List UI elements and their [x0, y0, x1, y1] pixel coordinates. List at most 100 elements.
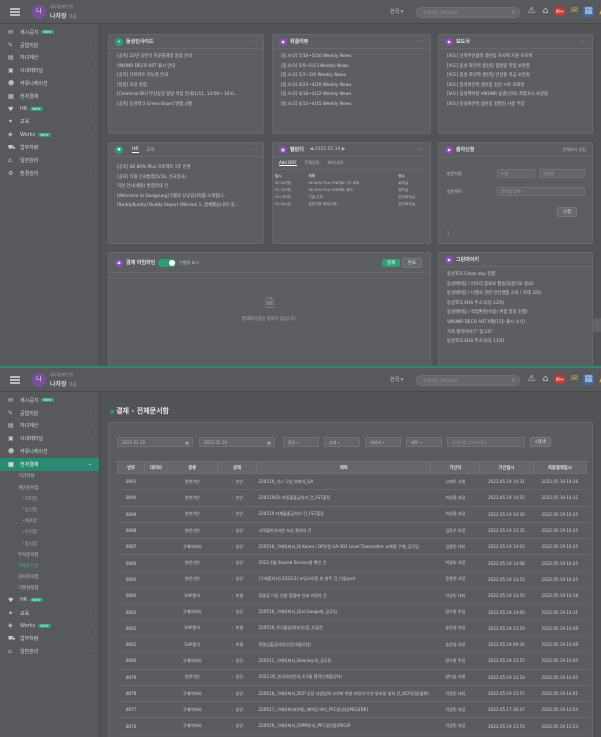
column-header[interactable]: 대외비 [144, 461, 168, 474]
schedule-row[interactable]: 05.19(목) SK 80% Plus 프로젝트 회의 회의실 [273, 187, 430, 194]
list-item[interactable]: 동성TCS Clean day 진행 [447, 270, 584, 280]
table-row[interactable]: 8078 구매의뢰서승인220518_구매의뢰서_DCP 공장 사업업에 사기화 … [117, 685, 587, 703]
table-cell[interactable]: 220519_주식출입(외부)인증_유류운 [256, 620, 431, 637]
org-chart-icon[interactable]: ⚠ [526, 374, 537, 385]
list-item[interactable]: [BuddyBuddy] Buddy Report (Mission 1, 함께… [117, 201, 255, 211]
sidebar-subitem[interactable]: 기안작성 [0, 471, 99, 482]
table-cell[interactable]: 220518_구매의뢰서_IS Korea / OP유정 UA-302 Leve… [256, 538, 431, 556]
list-item[interactable]: [공지] SK 80% Plus 프로젝트 T/F 운영 [117, 163, 255, 173]
list-item[interactable]: 동성TCS EHS 주소식(등 11차) [447, 337, 584, 347]
list-item[interactable]: 직원 인사(채용) 발령안내 건 [117, 182, 255, 192]
list-item[interactable]: 동성에이팀 / 나행사 관련 안전생활 교육 / 과제 교육) [447, 289, 584, 299]
column-header[interactable]: 최종결재일시 [532, 461, 588, 474]
search-icon[interactable]: ⌕ [512, 377, 515, 385]
list-item[interactable]: 동성에이팀 / 작업환경(이용) 위험 알림 진행) [447, 308, 584, 318]
search-icon[interactable]: ⌕ [512, 9, 515, 17]
avatar[interactable]: 나 [32, 5, 46, 19]
visitor-purpose-field[interactable]: 목적을 입력 [497, 187, 585, 196]
sidebar-item[interactable]: ♥ HR NEW › [0, 594, 99, 607]
calendar-icon[interactable]: ▦ [583, 374, 594, 385]
list-item[interactable]: [보도] 동성 화인텍 생산팀 함정량 작업 보관원 [447, 62, 584, 72]
more-icon[interactable]: ⋯ [418, 38, 424, 45]
sidebar-item[interactable]: ✎ 공업지원 › [0, 407, 99, 420]
tab-add-oof[interactable]: Add OOF [279, 160, 297, 166]
calendar-icon[interactable]: ▦ [583, 6, 594, 17]
drive-icon[interactable]: ▲ [597, 6, 601, 17]
table-row[interactable]: 8084SAP품의미결정품류 이동 신용 용품에 인쇄 과정의 건이상민 대리2… [117, 587, 587, 605]
column-header[interactable]: 기안자 [430, 461, 481, 474]
sidebar-subitem[interactable]: 상신함 [0, 504, 99, 515]
tab-hr[interactable]: HR [132, 147, 139, 153]
sidebar-subitem[interactable]: 개인문서함 [0, 482, 99, 493]
type-select[interactable]: 종류 [283, 437, 319, 447]
visitor-all-link[interactable]: 전체보기 신청 [563, 147, 586, 153]
list-item[interactable]: [동.A.O] 4/18~4/22 Weekly News [281, 90, 422, 100]
notification-badge[interactable]: 99+ [554, 6, 566, 17]
date-from-field[interactable]: 2022.01.19 ▦ [117, 437, 193, 447]
calendar-date[interactable]: ◀ 2022.05.19 ▶ [310, 147, 346, 152]
column-header[interactable]: 번호 [116, 461, 146, 474]
table-row[interactable]: 8080 구매의뢰서승인220511_구매의뢰서_Bearing 외_공무팀정우창… [117, 652, 587, 670]
list-item[interactable]: [공지] 22년 상반기 미운올해정 알림 안내 [117, 52, 255, 62]
table-row[interactable]: 8083 구매의뢰서승인220516_구매의뢰서_Dial Gauge외_공무팀정… [117, 603, 587, 621]
sidebar-item[interactable]: ◈ Works NEW › [0, 619, 99, 632]
list-item[interactable]: VIKUNR DECO ART 출시 안내 [117, 62, 255, 72]
more-icon[interactable]: ⋯ [251, 38, 257, 45]
sidebar-subitem[interactable]: 부서문서함 [0, 549, 99, 560]
sidebar-subitem[interactable]: 처리함 [0, 493, 99, 504]
table-row[interactable]: 8091일반기안승인220519_가스 구입 의뢰서_QA고재우 사원2022.… [117, 473, 587, 491]
sidebar-item[interactable]: ⌂ 일반관리 › [0, 154, 99, 167]
more-icon[interactable]: ⋯ [580, 38, 586, 45]
avatar[interactable]: 나 [32, 373, 46, 387]
sidebar-item[interactable]: ✉ 게시공지 NEW › [0, 394, 99, 407]
search-button[interactable]: ⌕검색 [530, 437, 551, 447]
list-item[interactable]: [보도] 동성화인텍 생산팀 김선 시유 모바일 [447, 81, 584, 91]
list-item[interactable]: [동.A.O] 4/25~4/29 Weekly News [281, 81, 422, 91]
sidebar-item[interactable]: ✉ 게시공지 NEW › [0, 26, 99, 39]
notification-badge[interactable]: 99+ [554, 374, 566, 385]
language-select[interactable]: 한국 [390, 376, 403, 383]
menu-icon[interactable] [10, 8, 20, 16]
table-cell[interactable]: 220519_구매의뢰서_OIRM부서_PFC생산팀(PEG)P [256, 717, 431, 735]
home-icon[interactable]: ⌂ [540, 6, 551, 17]
more-icon[interactable]: ⋯ [251, 146, 257, 153]
list-item[interactable]: [동.A.O] 5/2~5/6 Weekly News [281, 71, 422, 81]
list-item[interactable]: VIKUNR DECO ART 9월(1차) 출시 소식) [447, 318, 584, 328]
sidebar-subitem[interactable]: 기본설정함 [0, 583, 99, 594]
menu-icon[interactable] [10, 376, 20, 384]
sidebar-item[interactable]: ✎ 공업지원 › [0, 39, 99, 52]
visitor-name-field[interactable]: 이름 [497, 169, 535, 178]
sidebar-item[interactable]: ▣ 사내레터널 › [0, 432, 99, 445]
sidebar-item[interactable]: ▤ 자녀계산 › [0, 420, 99, 433]
table-cell[interactable]: 220516_구매의뢰서_Dial Gauge외_공무팀 [256, 603, 431, 621]
schedule-row[interactable]: 05.19(목) 기술 주제 본관회의실 [273, 194, 430, 201]
schedule-row[interactable]: 05.19(목) SK 80% Plus 프로젝트 T/F 회의 회의실 [273, 180, 430, 187]
sidebar-item[interactable]: ☻ 커뮤니케이션 › [0, 77, 99, 90]
table-row[interactable]: 8079 일반기안승인2022.05_한국자신인처_4.5물 협작단체품(2차)양… [117, 669, 587, 686]
list-item[interactable]: [동.A.O] 5/16~5/20 Weekly News [281, 52, 422, 62]
table-cell[interactable]: 정밀입출금(외부인증/4월신업) [256, 636, 431, 654]
list-item[interactable]: [공지] 직원 인사발령(5/16, 신규입사) [117, 173, 255, 183]
table-cell[interactable]: 220518_구매의뢰서_DCP 공장 사업업에 사기화 위험 보완의 우선 방… [256, 685, 431, 703]
tab-edu[interactable]: 교육 [147, 147, 155, 153]
sidebar-item[interactable]: ◈ Works NEW › [0, 128, 99, 141]
list-item[interactable]: [동.A.O] 5/9~5/13 Weekly News [281, 62, 422, 72]
table-cell[interactable]: 2022 4월 Shared Service용 확인 건 [256, 554, 431, 572]
list-item[interactable]: [보도] 동성케미칼 VIKUNR 숨결(신뢰) 최종코시 보관원 [447, 90, 584, 100]
table-cell[interactable]: 220517_구매의뢰서(4개)_베어링 외의_PFC생산팀(PEG)[BK] [256, 701, 431, 719]
message-icon[interactable]: ✉ [569, 6, 580, 17]
sidebar-item[interactable]: ✦ 교육 › [0, 607, 99, 620]
sidebar-item[interactable]: ⛟ 업무차량 › [0, 632, 99, 645]
table-row[interactable]: 8089일반기안승인220519 자재출출금처리 건_FST출장허성철 과장20… [117, 506, 587, 523]
confidential-select[interactable]: 대외비 [365, 437, 401, 447]
sidebar-item[interactable]: ♥ HR NEW › [0, 103, 99, 116]
sidebar-item[interactable]: ⌂ 일반관리 › [0, 645, 99, 658]
table-row[interactable]: 8076 구매의뢰서승인220519_구매의뢰서_OIRM부서_PFC생산팀(PE… [117, 717, 587, 735]
more-icon[interactable]: ⋯ [418, 146, 424, 153]
sidebar-subitem[interactable]: 참시함 [0, 538, 99, 549]
sidebar-item[interactable]: ▣ 사내레터널 › [0, 64, 99, 77]
table-cell[interactable]: 고객불만처리한 보상 품의의 건 [256, 522, 431, 540]
table-cell[interactable]: [구매품의서] 2022(3) 코딩소모품 외 발주 건_이동part [256, 571, 431, 589]
sidebar-item[interactable]: ☻ 커뮤니케이션 › [0, 445, 99, 458]
approval-filter-button[interactable]: 결재 [381, 259, 401, 267]
